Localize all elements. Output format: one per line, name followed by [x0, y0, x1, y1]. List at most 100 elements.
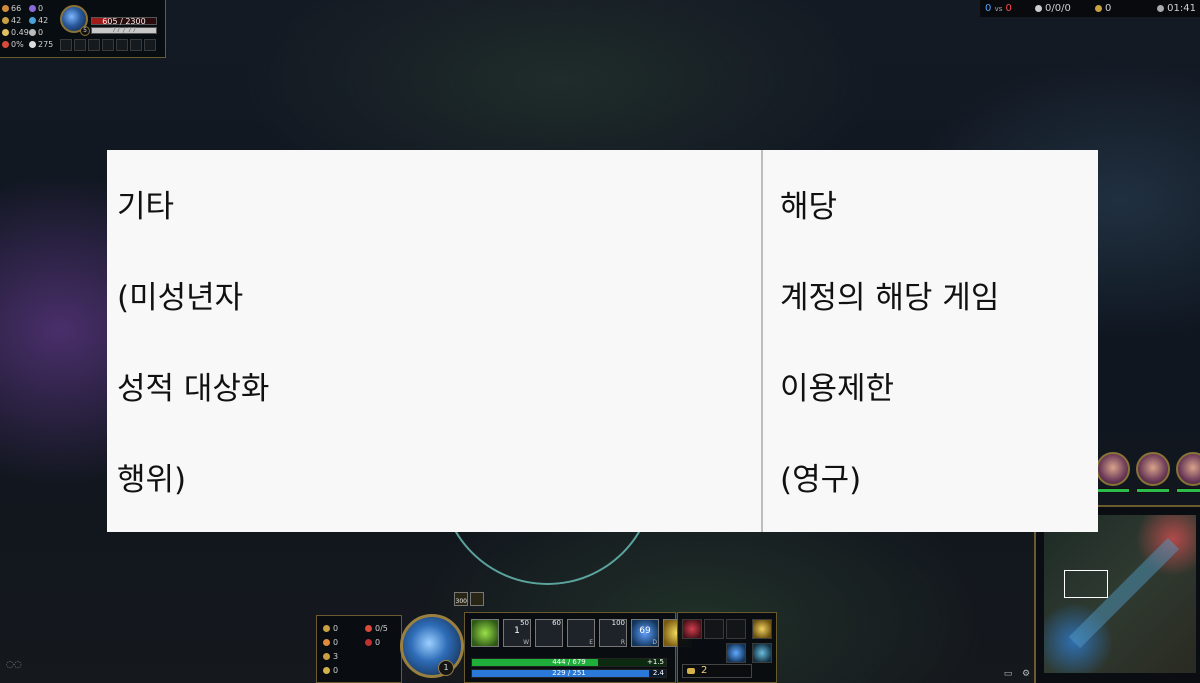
ability-e[interactable]: E: [567, 619, 595, 647]
enemy-health-bar: [1096, 488, 1130, 493]
ability-bar: 501W 60 E 100R 69D F 444 / 679 +1.5 229 …: [464, 612, 691, 683]
health-regen: +1.5: [647, 658, 664, 666]
item-slot[interactable]: [88, 39, 100, 51]
item-slot[interactable]: [116, 39, 128, 51]
creep-score: 0: [1095, 0, 1111, 17]
item-slot[interactable]: [74, 39, 86, 51]
stats-grid: 66 0 42 42 0.49 0 0% 275: [2, 3, 56, 50]
health-text: 444 / 679: [552, 658, 586, 666]
mana-text: 77 / 77: [111, 26, 137, 34]
subtitle-line: (영구): [780, 462, 862, 498]
stat-armor: 42: [2, 15, 29, 26]
enemy-portrait[interactable]: [1136, 452, 1172, 494]
crit-icon: [2, 41, 9, 48]
fire-icon: [323, 639, 330, 646]
minimap-camera-box[interactable]: [1064, 570, 1108, 598]
mana-text: 229 / 251: [552, 669, 586, 677]
gear-icon[interactable]: ⚙: [1020, 669, 1032, 679]
subtitle-line: 계정의 해당 게임: [780, 280, 1000, 316]
hud-stat: 0: [323, 666, 338, 675]
hud-stat: 0: [323, 638, 338, 647]
camera-icon[interactable]: ▭: [1002, 669, 1014, 679]
hud-mana-bar: 229 / 251 2.4: [471, 669, 667, 678]
ward-icon: [323, 653, 330, 660]
kill-icon: [365, 625, 372, 632]
stat-cooldown: 0: [29, 27, 56, 38]
item-slot[interactable]: [60, 39, 72, 51]
item-slot[interactable]: [682, 619, 702, 639]
stat-attack-speed: 0.49: [2, 27, 29, 38]
enemy-face: [1176, 452, 1200, 486]
subtitle-line: 이용제한: [780, 371, 895, 407]
attack-speed-icon: [2, 29, 9, 36]
stat-ability-power: 0: [29, 3, 56, 14]
item-slot[interactable]: [144, 39, 156, 51]
item-slot[interactable]: [130, 39, 142, 51]
game-timer: 01:41: [1157, 0, 1196, 17]
ability-w[interactable]: 50 1 W: [503, 619, 531, 647]
enemy-portraits: [1096, 452, 1200, 494]
stat-crit: 0%: [2, 39, 29, 50]
hud-health-bar: 444 / 679 +1.5: [471, 658, 667, 667]
subtitle-line: 성적 대상화: [117, 371, 270, 407]
item-slot[interactable]: [726, 643, 746, 663]
buff-icon: [470, 592, 484, 606]
ability-passive[interactable]: [471, 619, 499, 647]
subtitle-divider: [761, 150, 763, 532]
champion-mana-bar: 77 / 77: [91, 26, 157, 34]
subtitle-line: 행위): [117, 462, 187, 498]
gold-icon: [323, 625, 330, 632]
gold-counter: 2: [682, 664, 752, 678]
sword-icon: [1035, 5, 1042, 12]
closed-caption-icon[interactable]: ◌◌: [6, 660, 22, 670]
health-text: 605 / 2300: [102, 17, 146, 26]
hud-level: 1: [438, 660, 454, 676]
inventory-panel: 2: [677, 612, 777, 683]
stat-magic-resist: 42: [29, 15, 56, 26]
item-slot[interactable]: [726, 619, 746, 639]
stat-move-speed: 275: [29, 39, 56, 50]
item-slot[interactable]: [102, 39, 114, 51]
team-kills: 0 vs 0: [985, 3, 1012, 14]
hourglass-icon: [29, 29, 36, 36]
trinket-slot[interactable]: [752, 619, 772, 639]
sword-icon: [2, 5, 9, 12]
champion-level: 5: [80, 26, 90, 36]
enemy-health-bar: [1136, 488, 1170, 493]
minion-icon: [1095, 5, 1102, 12]
ability-slot[interactable]: 60: [535, 619, 563, 647]
gold-icon: [687, 668, 695, 674]
subtitle-line: 기타: [117, 189, 175, 225]
subtitle-overlay: 기타 (미성년자 성적 대상화 행위) 해당 계정의 해당 게임 이용제한 (영…: [107, 150, 1098, 532]
player-stats-panel: 66 0 42 42 0.49 0 0% 275 5 605 / 2300 77…: [0, 0, 166, 58]
hud-stat: 0: [365, 638, 380, 647]
enemy-face: [1096, 452, 1130, 486]
boots-icon: [29, 41, 36, 48]
ability-slots: 501W 60 E 100R 69D F: [471, 619, 691, 647]
item-slot[interactable]: [704, 619, 724, 639]
subtitle-right-column: 해당 계정의 해당 게임 이용제한 (영구): [780, 150, 1090, 532]
hud-stat: 3: [323, 652, 338, 661]
buff-bar: 300: [454, 592, 484, 606]
hud-champion-portrait[interactable]: [400, 614, 464, 678]
clock-icon: [1157, 5, 1165, 12]
buff-icon: 300: [454, 592, 468, 606]
hud-stats-box: 0 0/5 0 0 3 0: [316, 615, 402, 683]
ability-r[interactable]: 100 R: [599, 619, 627, 647]
hud-stat: 0/5: [365, 624, 388, 633]
enemy-portrait[interactable]: [1176, 452, 1200, 494]
skull-icon: [365, 639, 372, 646]
enemy-face: [1136, 452, 1170, 486]
recall-button[interactable]: [752, 643, 772, 663]
stat-attack-damage: 66: [2, 3, 29, 14]
summoner-spell-d[interactable]: 69 D: [631, 619, 659, 647]
enemy-portrait[interactable]: [1096, 452, 1132, 494]
minimap-terrain[interactable]: [1044, 515, 1196, 673]
subtitle-line: (미성년자: [117, 280, 244, 316]
enemy-health-bar: [1176, 488, 1200, 493]
scoreboard: 0 vs 0 0/0/0 0 01:41: [980, 0, 1200, 17]
magic-icon: [29, 5, 36, 12]
magic-resist-icon: [29, 17, 36, 24]
mana-regen: 2.4: [652, 669, 664, 677]
subtitle-line: 해당: [780, 189, 838, 225]
